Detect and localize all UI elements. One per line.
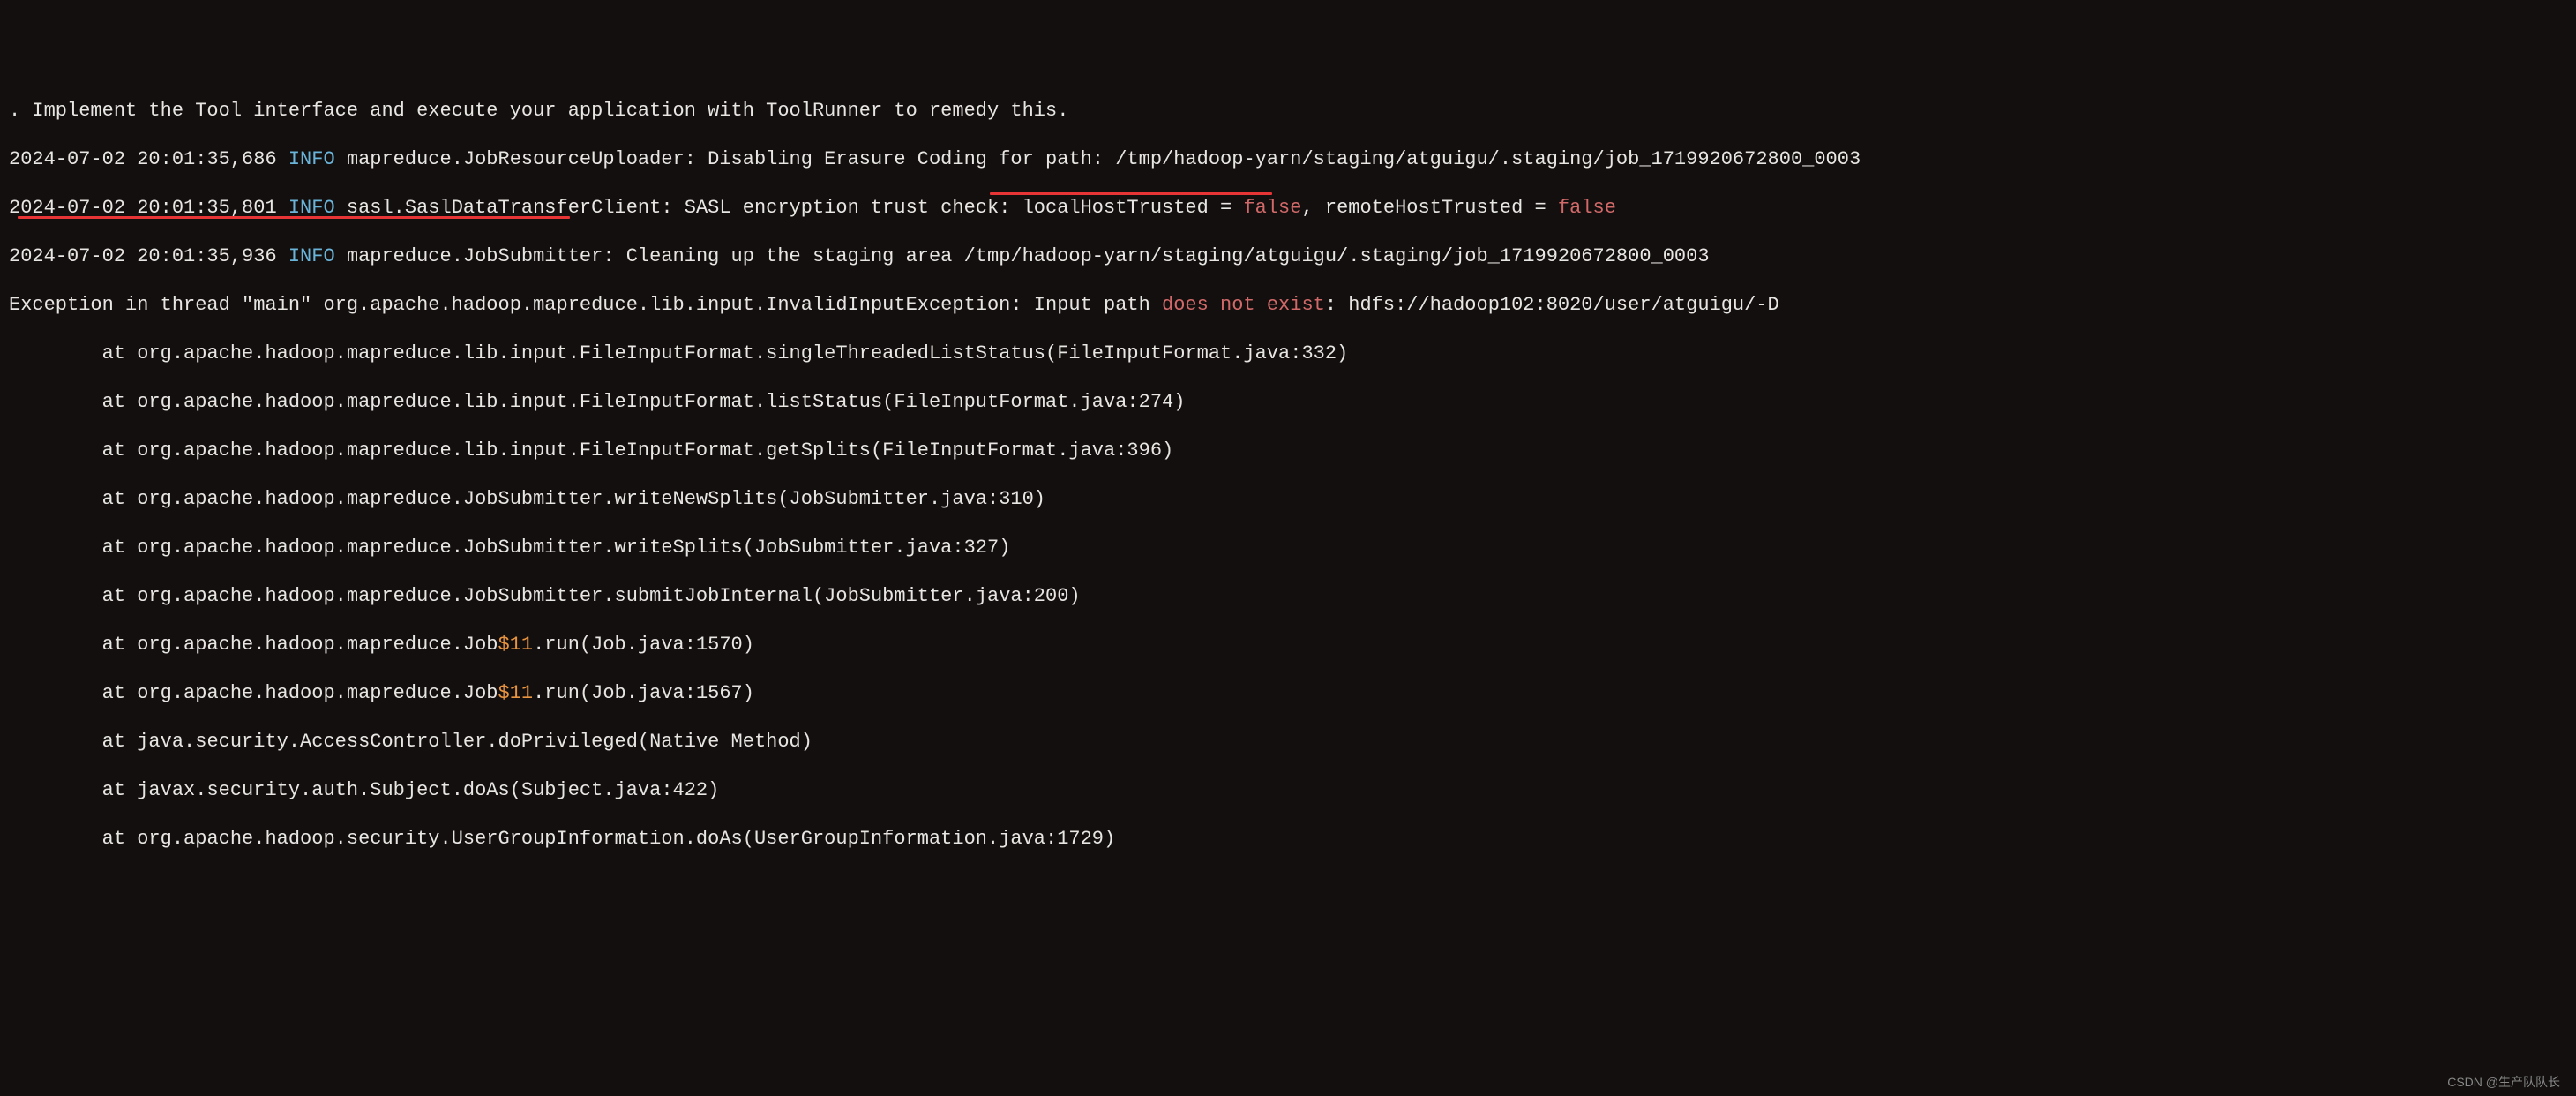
stacktrace-text: at org.apache.hadoop.mapreduce.lib.input… (9, 342, 1348, 364)
log-timestamp: 2024-07-02 20:01:35,801 (9, 197, 288, 219)
stacktrace-text: at java.security.AccessController.doPriv… (9, 731, 812, 753)
annotation-underline (990, 192, 1272, 195)
stacktrace-line: at org.apache.hadoop.mapreduce.lib.input… (9, 439, 2567, 463)
log-line: 2024-07-02 20:01:35,686 INFO mapreduce.J… (9, 147, 2567, 172)
log-text: . Implement the Tool interface and execu… (9, 100, 1068, 122)
stacktrace-line: at java.security.AccessController.doPriv… (9, 730, 2567, 754)
bool-false: false (1243, 197, 1301, 219)
exception-path: : hdfs://hadoop102:8020/user/atguigu/-D (1325, 294, 1779, 316)
stacktrace-text: at org.apache.hadoop.mapreduce.Job (9, 634, 498, 656)
log-timestamp: 2024-07-02 20:01:35,936 (9, 245, 288, 267)
log-message: mapreduce.JobSubmitter: Cleaning up the … (335, 245, 1710, 267)
log-level-info: INFO (288, 197, 335, 219)
stacktrace-text: at org.apache.hadoop.mapreduce.lib.input… (9, 439, 1173, 462)
stacktrace-text: .run(Job.java:1570) (533, 634, 754, 656)
error-highlight: does not exist (1162, 294, 1325, 316)
stacktrace-line: at org.apache.hadoop.security.UserGroupI… (9, 827, 2567, 852)
stacktrace-line: at org.apache.hadoop.mapreduce.JobSubmit… (9, 536, 2567, 560)
log-message: sasl.SaslDataTransferClient: SASL encryp… (335, 197, 1244, 219)
stacktrace-text: at org.apache.hadoop.mapreduce.lib.input… (9, 391, 1185, 413)
stacktrace-line: at org.apache.hadoop.mapreduce.JobSubmit… (9, 584, 2567, 609)
stacktrace-text: at javax.security.auth.Subject.doAs(Subj… (9, 779, 719, 801)
stacktrace-text: at org.apache.hadoop.mapreduce.JobSubmit… (9, 585, 1081, 607)
inner-class-ref: $11 (498, 682, 534, 704)
stacktrace-line: at org.apache.hadoop.mapreduce.lib.input… (9, 390, 2567, 415)
log-line: 2024-07-02 20:01:35,801 INFO sasl.SaslDa… (9, 196, 2567, 221)
stacktrace-line: at org.apache.hadoop.mapreduce.lib.input… (9, 342, 2567, 366)
stacktrace-line: at javax.security.auth.Subject.doAs(Subj… (9, 778, 2567, 803)
exception-line: Exception in thread "main" org.apache.ha… (9, 293, 2567, 318)
exception-text: Exception in thread "main" org.apache.ha… (9, 294, 1162, 316)
stacktrace-line: at org.apache.hadoop.mapreduce.JobSubmit… (9, 487, 2567, 512)
inner-class-ref: $11 (498, 634, 534, 656)
stacktrace-text: at org.apache.hadoop.mapreduce.Job (9, 682, 498, 704)
bool-false: false (1558, 197, 1616, 219)
log-level-info: INFO (288, 245, 335, 267)
log-line: 2024-07-02 20:01:35,936 INFO mapreduce.J… (9, 244, 2567, 269)
log-level-info: INFO (288, 148, 335, 170)
log-line: . Implement the Tool interface and execu… (9, 99, 2567, 124)
stacktrace-text: at org.apache.hadoop.mapreduce.JobSubmit… (9, 537, 1010, 559)
log-timestamp: 2024-07-02 20:01:35,686 (9, 148, 288, 170)
log-message: , remoteHostTrusted = (1301, 197, 1557, 219)
stacktrace-text: .run(Job.java:1567) (533, 682, 754, 704)
stacktrace-text: at org.apache.hadoop.security.UserGroupI… (9, 828, 1115, 850)
watermark: CSDN @生产队队长 (2447, 1075, 2560, 1091)
stacktrace-line: at org.apache.hadoop.mapreduce.Job$11.ru… (9, 681, 2567, 706)
log-message: mapreduce.JobResourceUploader: Disabling… (335, 148, 1861, 170)
stacktrace-text: at org.apache.hadoop.mapreduce.JobSubmit… (9, 488, 1045, 510)
stacktrace-line: at org.apache.hadoop.mapreduce.Job$11.ru… (9, 633, 2567, 657)
